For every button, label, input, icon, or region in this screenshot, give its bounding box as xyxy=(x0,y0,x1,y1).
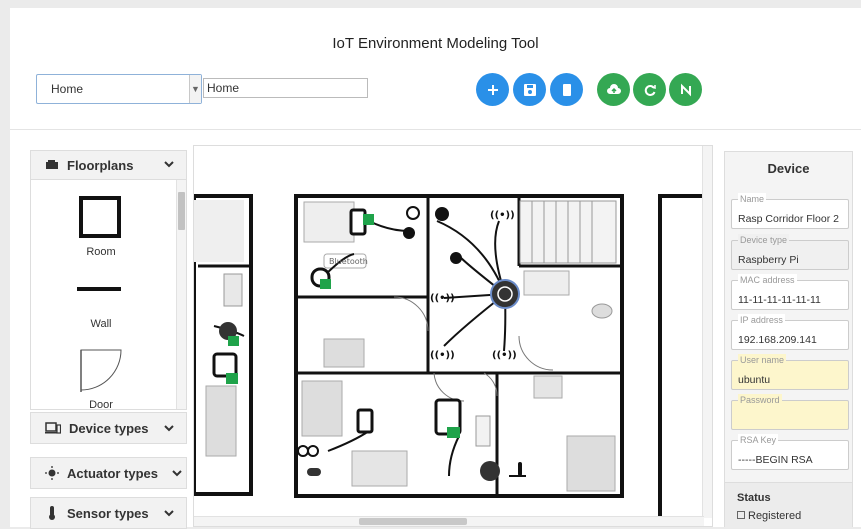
app-title: IoT Environment Modeling Tool xyxy=(332,35,539,52)
status-checkbox-icon xyxy=(737,511,745,519)
actuator-icon xyxy=(45,466,59,480)
floorplan-drawing[interactable]: ((•)) ((•)) ((•)) ((•)) Bluetooth xyxy=(194,146,704,518)
device-properties-panel: Device Name Rasp Corridor Floor 2 Device… xyxy=(724,151,853,528)
actuator-types-label: Actuator types xyxy=(67,465,159,481)
rsa-key-label: RSA Key xyxy=(738,434,779,446)
device-types-label: Device types xyxy=(69,420,149,436)
svg-text:((•)): ((•)) xyxy=(490,210,515,221)
ip-address-field[interactable]: IP address 192.168.209.141 xyxy=(731,314,849,350)
sensor-types-label: Sensor types xyxy=(67,505,149,521)
top-toolbar: IoT Environment Modeling Tool Home ▼ xyxy=(10,8,861,130)
save-icon xyxy=(523,83,536,96)
username-label: User name xyxy=(738,354,787,366)
floorplans-label: Floorplans xyxy=(67,157,134,173)
device-type-value: Raspberry Pi xyxy=(738,254,799,266)
delete-button[interactable] xyxy=(550,73,583,106)
actuator-types-header[interactable]: Actuator types xyxy=(30,457,187,489)
upload-button[interactable] xyxy=(597,73,630,106)
sensor-types-header[interactable]: Sensor types xyxy=(30,497,187,529)
device-type-label: Device type xyxy=(738,234,790,246)
save-button[interactable] xyxy=(513,73,546,106)
room-shape-icon xyxy=(79,196,121,238)
canvas-horizontal-scrollbar[interactable] xyxy=(194,516,704,526)
status-section: Status Registered xyxy=(725,482,852,528)
ip-address-label: IP address xyxy=(738,314,785,326)
sync-button[interactable] xyxy=(633,73,666,106)
room-label: Room xyxy=(86,246,116,258)
username-field[interactable]: User name ubuntu xyxy=(731,354,849,390)
delete-icon xyxy=(562,83,571,96)
chevron-down-icon[interactable]: ▼ xyxy=(189,75,201,103)
nodered-icon xyxy=(680,83,691,96)
rsa-key-field[interactable]: RSA Key -----BEGIN RSA xyxy=(731,434,849,470)
chevron-down-icon[interactable] xyxy=(164,159,174,169)
thermometer-icon xyxy=(49,506,55,520)
device-type-field: Device type Raspberry Pi xyxy=(731,234,849,270)
main-floorplan: ((•)) ((•)) ((•)) ((•)) xyxy=(212,194,624,498)
app-window: IoT Environment Modeling Tool Home ▼ Flo… xyxy=(10,8,861,529)
add-button[interactable] xyxy=(476,73,509,106)
left-building xyxy=(194,194,253,496)
floorplans-scrollbar[interactable] xyxy=(176,180,186,409)
cloud-upload-icon xyxy=(606,83,621,94)
wall-shape-icon xyxy=(77,287,121,291)
floorplans-header[interactable]: Floorplans xyxy=(30,150,187,180)
wall-label: Wall xyxy=(90,318,112,330)
scroll-thumb[interactable] xyxy=(359,518,467,525)
environment-select[interactable]: Home ▼ xyxy=(36,74,202,104)
floorplan-icon xyxy=(46,160,58,169)
chevron-down-icon[interactable] xyxy=(172,468,182,478)
sync-icon xyxy=(644,84,656,96)
password-label: Password xyxy=(738,394,782,406)
ip-address-value: 192.168.209.141 xyxy=(738,334,817,346)
mac-address-field[interactable]: MAC address 11-11-11-11-11-11 xyxy=(731,274,849,310)
floorplans-list: Room Wall Door xyxy=(30,180,187,410)
device-types-header[interactable]: Device types xyxy=(30,412,187,444)
palette-panel: Floorplans Room Wall Door Device types A… xyxy=(30,150,187,529)
bluetooth-tag-label: Bluetooth xyxy=(329,257,368,266)
device-panel-title: Device xyxy=(767,161,810,176)
mac-address-value: 11-11-11-11-11-11 xyxy=(738,294,821,306)
devices-icon xyxy=(45,422,61,434)
name-field-value: Rasp Corridor Floor 2 xyxy=(738,213,839,225)
chevron-down-icon[interactable] xyxy=(164,508,174,518)
svg-text:((•)): ((•)) xyxy=(430,350,455,361)
mac-address-label: MAC address xyxy=(738,274,797,286)
plus-icon xyxy=(487,84,498,95)
svg-text:((•)): ((•)) xyxy=(430,293,455,304)
door-label: Door xyxy=(89,399,113,410)
chevron-down-icon[interactable] xyxy=(164,423,174,433)
nodered-button[interactable] xyxy=(669,73,702,106)
canvas-vertical-scrollbar[interactable] xyxy=(702,146,712,518)
name-field-label: Name xyxy=(738,193,767,205)
door-shape-icon xyxy=(80,349,122,392)
status-label: Status xyxy=(737,492,771,504)
password-field[interactable]: Password xyxy=(731,394,849,430)
status-value-row: Registered xyxy=(737,510,801,522)
environment-select-value: Home xyxy=(51,82,84,96)
username-value: ubuntu xyxy=(738,374,771,386)
environment-name-input[interactable] xyxy=(203,78,368,98)
right-building xyxy=(658,194,704,518)
scroll-thumb[interactable] xyxy=(178,192,185,230)
name-field[interactable]: Name Rasp Corridor Floor 2 xyxy=(731,193,849,229)
floorplan-canvas[interactable]: ((•)) ((•)) ((•)) ((•)) Bluetooth xyxy=(193,145,713,527)
svg-text:((•)): ((•)) xyxy=(492,350,517,361)
status-value: Registered xyxy=(748,510,802,522)
rsa-key-value: -----BEGIN RSA xyxy=(738,454,813,466)
